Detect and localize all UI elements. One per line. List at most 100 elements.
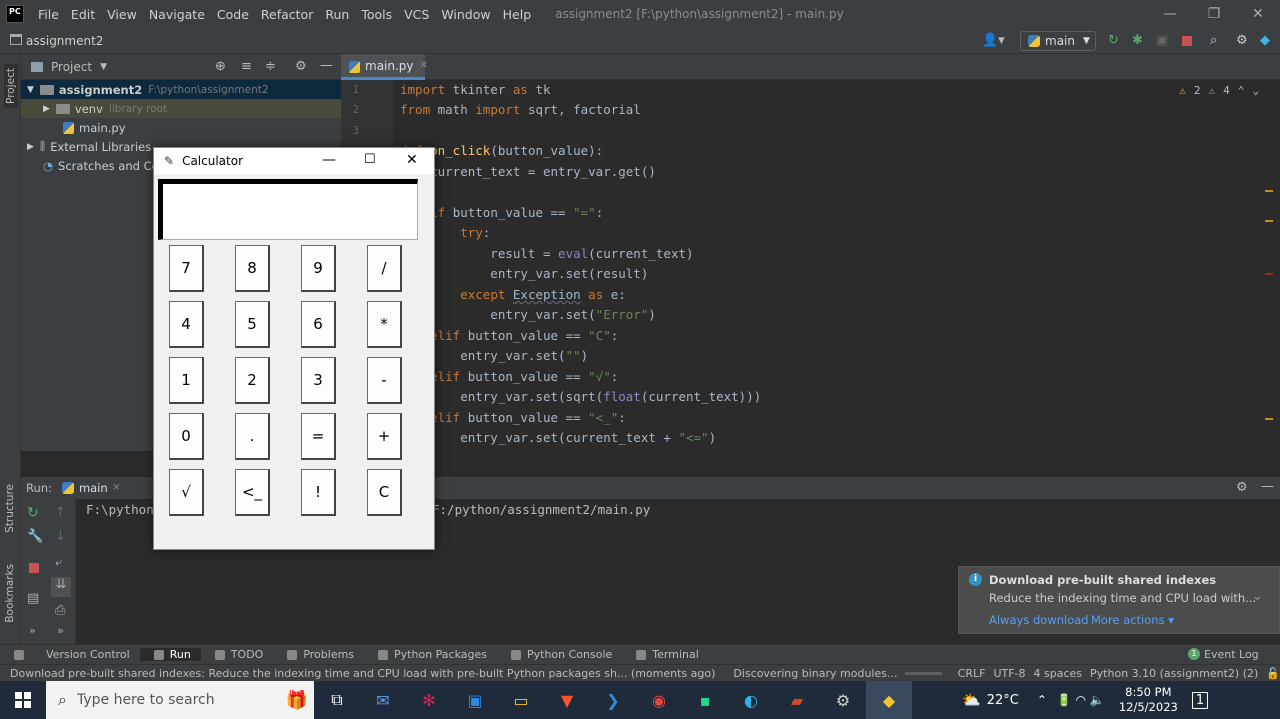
rerun-icon[interactable]: ↻	[27, 505, 39, 521]
file-explorer-icon[interactable]: ▭	[498, 681, 544, 719]
print-icon[interactable]: ⎙	[55, 603, 65, 618]
tool-python-console[interactable]: Python Console	[497, 648, 622, 661]
status-task[interactable]: Discovering binary modules...	[733, 667, 897, 680]
calculator-display[interactable]	[158, 179, 418, 240]
wrench-icon[interactable]: 🔧	[27, 529, 43, 544]
user-icon[interactable]: 👤▾	[982, 33, 1005, 48]
hide-icon[interactable]: —	[320, 58, 333, 73]
powerpoint-icon[interactable]: ▰	[774, 681, 820, 719]
slack-icon[interactable]: ✻	[406, 681, 452, 719]
collapse-all-icon[interactable]: ≑	[265, 59, 276, 74]
taskbar-search[interactable]: ⌕ Type here to search 🎁	[46, 681, 314, 719]
key-3[interactable]: 3	[301, 357, 336, 404]
tree-item-main-py[interactable]: main.py	[21, 118, 126, 137]
stop-icon[interactable]	[1182, 36, 1192, 46]
inspection-widget[interactable]: ⚠ 2 ⚠ 4 ⌃ ⌄	[1179, 84, 1259, 97]
chevron-up-icon[interactable]: ⌃	[1037, 693, 1047, 707]
menu-tools[interactable]: Tools	[355, 7, 398, 22]
bookmarks-tool-tab[interactable]: Bookmarks	[4, 564, 16, 623]
key-backspace[interactable]: <_	[235, 469, 270, 516]
store-icon[interactable]: ▣	[452, 681, 498, 719]
minimize-icon[interactable]: —	[322, 152, 336, 168]
more-icon[interactable]: »	[57, 624, 64, 637]
expand-all-icon[interactable]: ≡	[241, 59, 252, 74]
file-encoding[interactable]: UTF-8	[993, 667, 1025, 680]
chrome-icon[interactable]: ◉	[636, 681, 682, 719]
hide-icon[interactable]: —	[1261, 479, 1274, 494]
menu-refactor[interactable]: Refactor	[255, 7, 319, 22]
tool-python-packages[interactable]: Python Packages	[364, 648, 497, 661]
key-minus[interactable]: -	[367, 357, 402, 404]
gear-icon[interactable]: ⚙	[1236, 480, 1248, 495]
temperature[interactable]: 22°C	[987, 693, 1019, 708]
menu-code[interactable]: Code	[211, 7, 255, 22]
run-tab-main[interactable]: main	[79, 481, 108, 495]
project-panel-title[interactable]: Project	[51, 60, 92, 74]
key-9[interactable]: 9	[301, 245, 336, 292]
key-decimal[interactable]: .	[235, 413, 270, 460]
status-message[interactable]: Download pre-built shared indexes: Reduc…	[10, 667, 715, 680]
notification-center-icon[interactable]: 1	[1191, 691, 1209, 709]
key-1[interactable]: 1	[169, 357, 204, 404]
more-icon[interactable]: »	[29, 624, 36, 637]
task-view-icon[interactable]: ⧉	[314, 681, 360, 719]
tree-item-project-root[interactable]: ▼ assignment2 F:\python\assignment2	[21, 80, 341, 99]
key-factorial[interactable]: !	[301, 469, 336, 516]
tool-terminal[interactable]: Terminal	[622, 648, 709, 661]
tool-run[interactable]: Run	[139, 648, 201, 661]
pycharm-icon[interactable]: ▪	[682, 681, 728, 719]
key-sqrt[interactable]: √	[169, 469, 204, 516]
menu-vcs[interactable]: VCS	[398, 7, 435, 22]
tray-icons[interactable]: 🔋 ◠ 🔈	[1057, 693, 1105, 707]
chevron-down-icon[interactable]: ⌄	[1252, 84, 1259, 97]
menu-file[interactable]: File	[32, 7, 65, 22]
key-2[interactable]: 2	[235, 357, 270, 404]
key-divide[interactable]: /	[367, 245, 402, 292]
search-icon[interactable]: ⌕	[1210, 33, 1217, 48]
close-icon[interactable]: ✕	[420, 60, 428, 71]
line-separator[interactable]: CRLF	[958, 667, 986, 680]
layout-icon[interactable]: ▤	[27, 591, 39, 606]
structure-tool-tab[interactable]: Structure	[4, 484, 16, 533]
editor-scrollbar[interactable]	[1263, 80, 1273, 451]
close-icon[interactable]: ✕	[406, 152, 418, 168]
chevron-down-icon[interactable]: ▼	[100, 62, 107, 72]
breadcrumb-project[interactable]: assignment2	[26, 34, 103, 48]
lock-icon[interactable]: 🔓	[1266, 667, 1280, 680]
python-taskbar-icon[interactable]: ◆	[866, 681, 912, 719]
toolbox-icon[interactable]: ◆	[1260, 33, 1270, 48]
menu-window[interactable]: Window	[435, 7, 496, 22]
maximize-icon[interactable]: ☐	[364, 152, 376, 167]
menu-run[interactable]: Run	[319, 7, 355, 22]
tool-problems[interactable]: Problems	[273, 648, 364, 661]
code-editor[interactable]: import tkinter as tk from math import sq…	[393, 80, 1273, 451]
chevron-up-icon[interactable]: ⌃	[1238, 84, 1245, 97]
coverage-icon[interactable]: ▣	[1156, 33, 1168, 48]
key-6[interactable]: 6	[301, 301, 336, 348]
settings-icon[interactable]: ⚙	[820, 681, 866, 719]
tool-event-log[interactable]: Event Log	[1204, 648, 1259, 661]
scroll-to-end-icon[interactable]: ⇊	[51, 577, 71, 597]
mail-icon[interactable]: ✉	[360, 681, 406, 719]
key-7[interactable]: 7	[169, 245, 204, 292]
menu-edit[interactable]: Edit	[65, 7, 101, 22]
stop-icon[interactable]	[29, 563, 39, 573]
gear-icon[interactable]: ⚙	[295, 59, 307, 74]
key-clear[interactable]: C	[367, 469, 402, 516]
edge-icon[interactable]: ◐	[728, 681, 774, 719]
brave-icon[interactable]: ▼	[544, 681, 590, 719]
rerun-icon[interactable]: ↻	[1108, 33, 1119, 48]
key-plus[interactable]: +	[367, 413, 402, 460]
menu-view[interactable]: View	[101, 7, 143, 22]
soft-wrap-icon[interactable]: ⤶	[55, 555, 62, 570]
key-0[interactable]: 0	[169, 413, 204, 460]
clock[interactable]: 8:50 PM 12/5/2023	[1119, 685, 1178, 715]
close-icon[interactable]: ✕	[1236, 0, 1280, 28]
interpreter-selector[interactable]: Python 3.10 (assignment2) (2)	[1090, 667, 1258, 680]
key-8[interactable]: 8	[235, 245, 270, 292]
more-actions-link[interactable]: More actions ▾	[1091, 613, 1174, 627]
menu-navigate[interactable]: Navigate	[143, 7, 211, 22]
vscode-icon[interactable]: ❯	[590, 681, 636, 719]
locate-icon[interactable]: ⊕	[215, 59, 226, 74]
indent-setting[interactable]: 4 spaces	[1034, 667, 1083, 680]
